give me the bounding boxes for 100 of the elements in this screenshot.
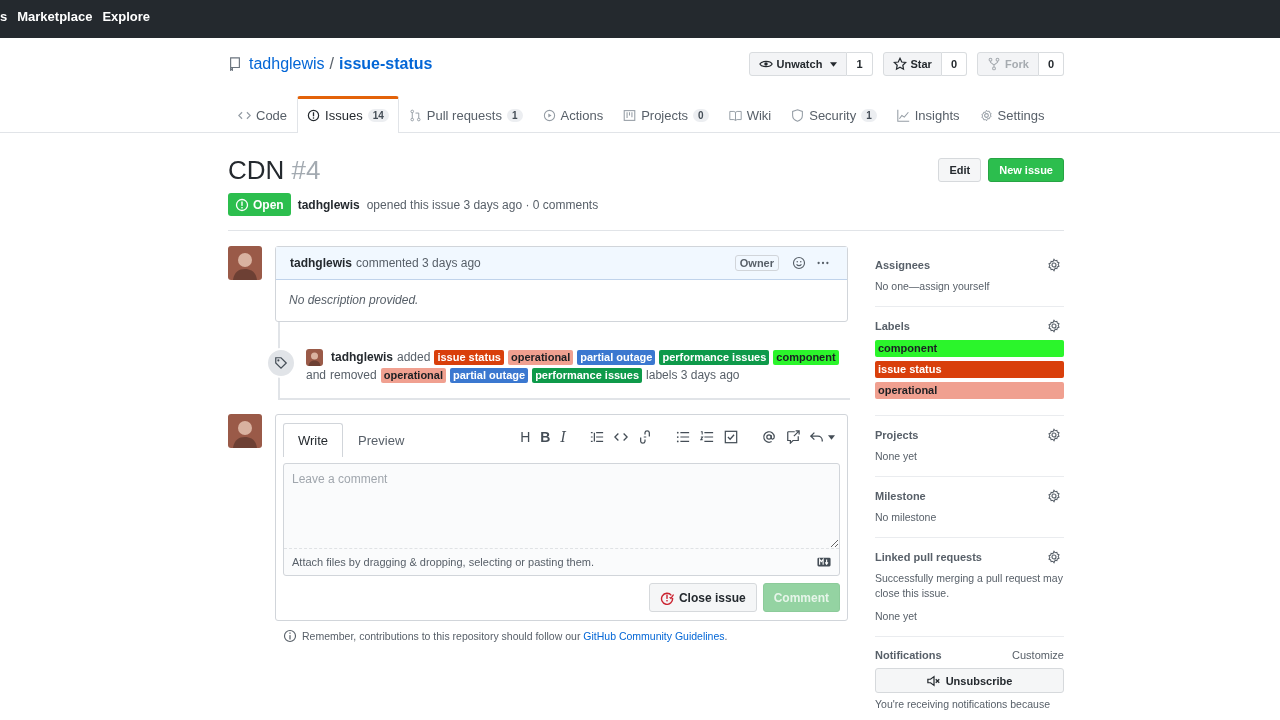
issue-label[interactable]: operational: [508, 349, 574, 365]
markdown-icon: [817, 555, 831, 569]
caret-icon: [828, 434, 835, 440]
editor-tab[interactable]: Write: [283, 423, 344, 457]
repo-tab[interactable]: Wiki: [718, 96, 782, 133]
code-icon: [614, 430, 628, 444]
code-icon: [238, 109, 251, 122]
settings-icon: [1047, 428, 1061, 442]
count-link[interactable]: 1: [847, 52, 873, 76]
repo-tab[interactable]: Insights: [886, 96, 970, 133]
watch-button[interactable]: Unwatch: [748, 52, 848, 76]
info-icon: [283, 629, 297, 643]
repo-tab[interactable]: Pull requests 1: [398, 96, 533, 133]
tab-counter: 1: [861, 109, 877, 122]
event-text: labels 3 days ago: [646, 367, 740, 384]
author-link[interactable]: tadhglewis: [290, 256, 352, 270]
sidebar-heading: Projects: [875, 429, 919, 441]
event-text: and: [306, 367, 327, 384]
avatar[interactable]: [306, 348, 323, 366]
issue-label[interactable]: partial outage: [450, 367, 529, 383]
repo-tab[interactable]: Code: [228, 96, 298, 133]
issue-number: #4: [291, 155, 321, 185]
tab-counter: 14: [367, 109, 389, 122]
toolbar-button[interactable]: H: [515, 428, 536, 446]
sidebar-text: None yet: [875, 449, 919, 464]
mention-icon: [762, 430, 776, 444]
guidelines-text: Remember, contributions to this repository should follow our GitHub Community Guidelines.: [302, 630, 728, 642]
tab-counter: 1: [506, 109, 523, 122]
sidebar-text: None yet: [875, 609, 919, 624]
sidebar-text: No one—assign yourself: [875, 279, 991, 294]
issue-label[interactable]: partial outage: [577, 349, 656, 365]
reference-icon: [786, 430, 800, 444]
sidebar-text: No milestone: [875, 510, 938, 525]
comment-body-text: No description provided.: [288, 292, 420, 309]
sidebar-heading: Notifications: [875, 649, 942, 661]
nav-link[interactable]: s: [0, 8, 8, 24]
comment-field[interactable]: Leave a comment Attach files by dragging & dropping, selecting or pasting them.: [283, 463, 840, 576]
issue-label[interactable]: operational: [380, 367, 446, 383]
comment-time: commented 3 days ago: [356, 256, 481, 270]
issue-title: CDN #4: [228, 154, 321, 187]
repo-owner-link[interactable]: tadhglewis: [249, 55, 325, 73]
pull-request-icon: [408, 109, 422, 122]
guidelines-link[interactable]: GitHub Community Guidelines: [583, 630, 725, 642]
tab-counter: 0: [693, 109, 709, 122]
repo-tab[interactable]: Security 1: [781, 96, 887, 133]
avatar[interactable]: [228, 414, 262, 448]
nav-link[interactable]: Marketplace: [17, 8, 93, 24]
issue-state-badge: Open: [228, 193, 291, 216]
tag-icon: [274, 356, 288, 370]
issue-label[interactable]: component: [773, 349, 839, 365]
mute-icon: [926, 673, 941, 688]
shield-icon: [791, 109, 805, 122]
settings-icon: [1047, 489, 1061, 503]
nav-link[interactable]: Explore: [102, 8, 151, 24]
toolbar-button[interactable]: I: [555, 428, 571, 446]
caret-icon: [830, 61, 838, 67]
sidebar-heading: Milestone: [875, 490, 926, 502]
issue-open-icon: [235, 197, 249, 212]
graph-icon: [896, 109, 910, 122]
issue-label[interactable]: performance issues: [532, 367, 643, 383]
edit-button[interactable]: Edit: [938, 158, 982, 182]
settings-icon: [979, 109, 993, 122]
smiley-icon: [792, 256, 806, 270]
sidebar-heading: Assignees: [875, 259, 931, 271]
play-icon: [542, 109, 556, 122]
event-text: added: [397, 349, 431, 366]
star-button[interactable]: Star: [882, 52, 942, 76]
issue-label[interactable]: operational: [875, 382, 1064, 399]
editor-tab[interactable]: Preview: [343, 423, 420, 457]
repo-tab[interactable]: Issues 14: [297, 96, 399, 133]
customize-link[interactable]: Customize: [1012, 649, 1064, 661]
unsubscribe-button[interactable]: Unsubscribe: [875, 668, 1064, 693]
event-text: removed: [330, 367, 377, 384]
issue-label[interactable]: issue status: [875, 361, 1064, 378]
star-icon: [892, 57, 907, 71]
bulleted-list-icon: [676, 430, 690, 444]
count-link[interactable]: 0: [941, 52, 968, 76]
fork-icon: [987, 57, 1002, 71]
numbered-list-icon: [700, 430, 714, 444]
issue-label[interactable]: performance issues: [659, 349, 770, 365]
issue-label[interactable]: component: [875, 340, 1064, 357]
notification-note: You're receiving notifications because: [875, 697, 1051, 712]
repo-tab[interactable]: Projects 0: [613, 96, 719, 133]
book-icon: [728, 109, 742, 122]
toolbar-button[interactable]: B: [535, 428, 556, 446]
path-separator: /: [329, 55, 335, 73]
repo-tab[interactable]: Settings: [969, 96, 1055, 133]
avatar[interactable]: [228, 246, 262, 280]
close-issue-button[interactable]: Close issue: [648, 583, 757, 612]
issue-meta: opened this issue 3 days ago · 0 comments: [366, 197, 599, 212]
role-badge: Owner: [734, 255, 779, 271]
author-link[interactable]: tadhglewis: [297, 197, 360, 212]
link-icon: [638, 430, 652, 444]
author-link[interactable]: tadhglewis: [331, 348, 393, 366]
quote-icon: [590, 430, 604, 444]
repo-tab[interactable]: Actions: [532, 96, 614, 133]
sidebar-text: Successfully merging a pull request may close this issue.: [875, 571, 1064, 601]
settings-icon: [1047, 319, 1061, 333]
issue-label[interactable]: issue status: [434, 349, 504, 365]
repo-name-link[interactable]: issue-status: [339, 55, 433, 73]
